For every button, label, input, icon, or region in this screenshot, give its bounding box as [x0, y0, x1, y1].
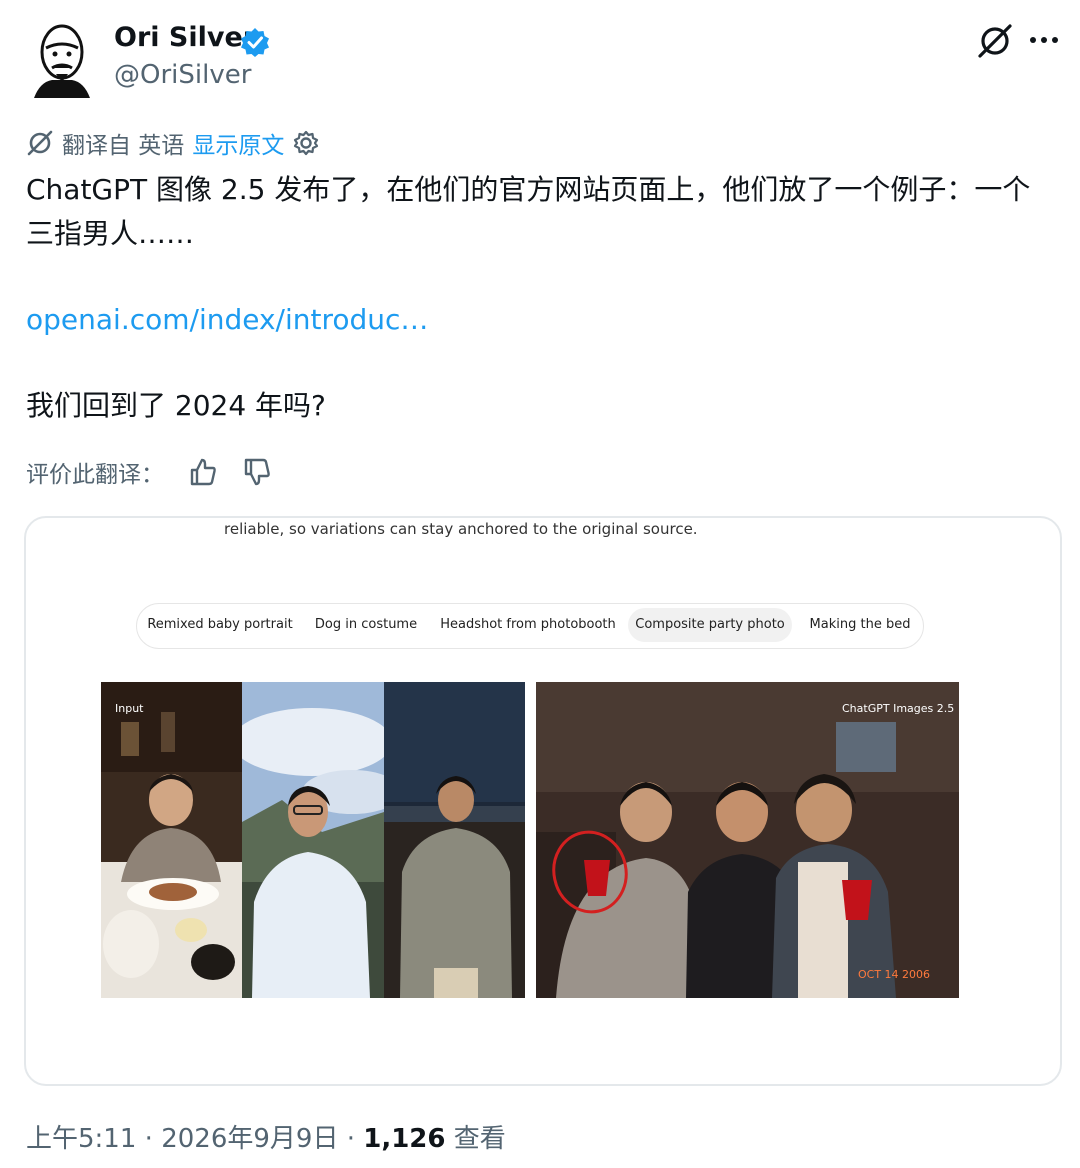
more-icon[interactable] — [1028, 24, 1060, 56]
rate-translation-label: 评价此翻译： — [26, 462, 164, 488]
rate-translation-row: 评价此翻译： — [26, 454, 272, 490]
tweet-question: 我们回到了 2024 年吗? — [26, 389, 326, 422]
tweet-meta: 上午5:11 · 2026年9月9日 · 1,126 查看 — [26, 1124, 506, 1154]
show-original-link[interactable]: 显示原文 — [192, 126, 284, 160]
tweet-time[interactable]: 上午5:11 — [26, 1124, 136, 1154]
tweet-date[interactable]: 2026年9月9日 — [161, 1124, 338, 1154]
verified-badge-icon — [240, 27, 270, 57]
media-caption: reliable, so variations can stay anchore… — [224, 520, 698, 538]
input-photo-coast — [242, 682, 384, 998]
views-label: 查看 — [453, 1124, 506, 1154]
tweet-text: ChatGPT 图像 2.5 发布了，在他们的官方网站页面上，他们放了一个例子：… — [26, 173, 1031, 250]
view-count: 1,126 — [363, 1124, 446, 1154]
tweet-link[interactable]: openai.com/index/introduc… — [26, 298, 428, 342]
translation-row: 翻译自 英语 显示原文 — [26, 126, 320, 160]
translate-icon — [26, 129, 54, 157]
thumbs-up-icon[interactable] — [188, 457, 218, 487]
input-label: Input — [115, 702, 144, 715]
grok-icon[interactable] — [976, 22, 1014, 60]
tab-headshot-from-photobooth[interactable]: Headshot from photobooth — [438, 608, 618, 642]
tab-composite-party-photo[interactable]: Composite party photo — [628, 608, 792, 642]
output-composite-photo: ChatGPT Images 2.5 OCT 14 2006 — [536, 682, 959, 998]
tab-making-the-bed[interactable]: Making the bed — [804, 608, 916, 642]
input-photo-restaurant: Input — [101, 682, 242, 998]
output-label: ChatGPT Images 2.5 — [842, 702, 955, 715]
date-stamp: OCT 14 2006 — [858, 968, 931, 981]
tab-dog-in-costume[interactable]: Dog in costume — [310, 608, 422, 642]
avatar[interactable] — [26, 18, 98, 98]
input-photo-night — [384, 682, 525, 998]
author-handle[interactable]: @OriSilver — [114, 60, 251, 90]
tab-remixed-baby-portrait[interactable]: Remixed baby portrait — [146, 608, 294, 642]
thumbs-down-icon[interactable] — [242, 457, 272, 487]
translation-source-label: 翻译自 英语 — [62, 133, 185, 159]
author-name[interactable]: Ori Silver — [114, 22, 256, 53]
gear-icon[interactable] — [292, 129, 320, 157]
